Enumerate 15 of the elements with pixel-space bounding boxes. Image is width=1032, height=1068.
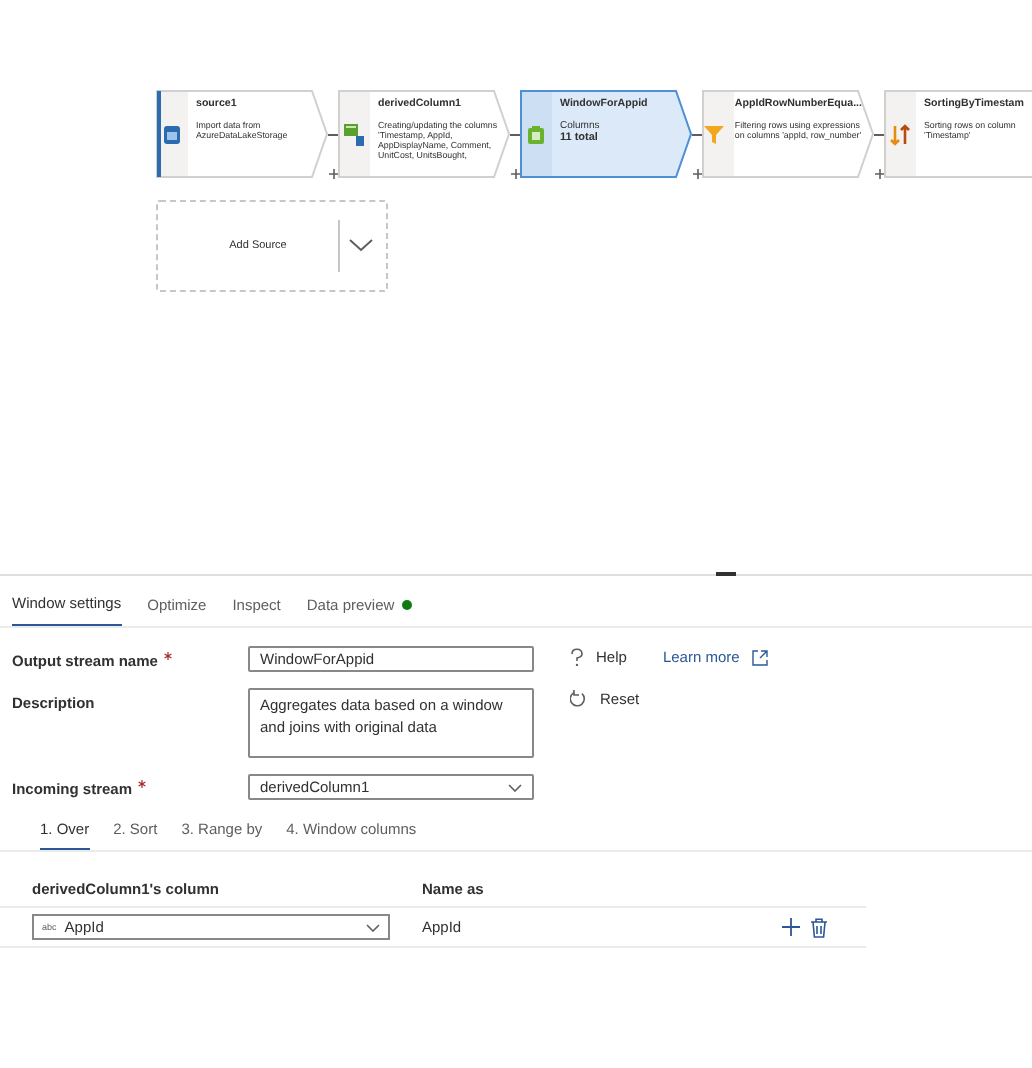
filter-icon [703, 123, 724, 145]
help-icon [570, 648, 584, 666]
plus-icon[interactable] [874, 168, 886, 180]
trash-icon[interactable] [810, 917, 828, 937]
plus-icon[interactable] [782, 918, 800, 936]
sort-icon [889, 123, 909, 145]
chevron-down-icon [366, 923, 380, 931]
reset-icon [570, 690, 588, 708]
plus-icon[interactable] [328, 168, 340, 180]
plus-icon[interactable] [692, 168, 704, 180]
chevron-down-icon[interactable] [348, 238, 374, 254]
plus-icon[interactable] [510, 168, 522, 180]
chevron-down-icon [508, 783, 522, 791]
table-icon [343, 123, 363, 145]
external-link-icon [751, 649, 768, 665]
